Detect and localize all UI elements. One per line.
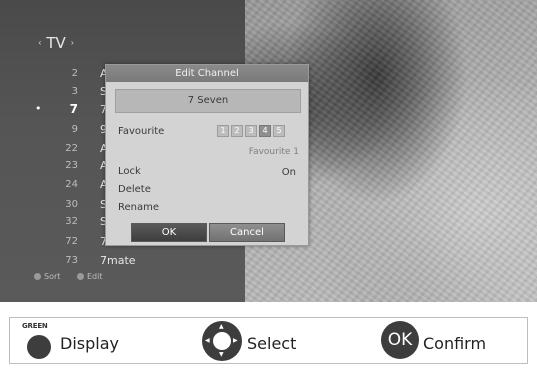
sort-hint[interactable]: Sort bbox=[34, 272, 60, 281]
ok-button[interactable]: OK bbox=[131, 223, 207, 242]
favourite-box-2[interactable]: 2 bbox=[231, 125, 243, 137]
channel-number: 32 bbox=[65, 216, 78, 227]
key-legend: GREEN Display ▲ ▼ ◀ ▶ Select OK Confirm bbox=[9, 317, 528, 364]
channel-name: 7mate bbox=[100, 254, 136, 267]
favourite-box-1[interactable]: 1 bbox=[217, 125, 229, 137]
channel-number: 24 bbox=[65, 179, 78, 190]
favourite-selector[interactable]: 1 2 3 4 5 bbox=[217, 125, 285, 137]
confirm-label: Confirm bbox=[423, 334, 487, 353]
favourite-box-4[interactable]: 4 bbox=[259, 125, 271, 137]
dialog-title: Edit Channel bbox=[106, 65, 308, 82]
channel-name-field: 7 Seven bbox=[115, 89, 301, 113]
navigation-pad-icon: ▲ ▼ ◀ ▶ bbox=[202, 321, 242, 361]
list-title: TV bbox=[46, 34, 66, 52]
display-label: Display bbox=[60, 334, 119, 353]
green-button-icon bbox=[27, 335, 51, 359]
lock-value: On bbox=[281, 167, 296, 178]
channel-number: 7 bbox=[69, 102, 78, 116]
channel-number: 22 bbox=[65, 143, 78, 154]
channel-number: 9 bbox=[71, 124, 78, 135]
channel-number: 2 bbox=[71, 68, 78, 79]
chevron-left-icon[interactable]: ‹ bbox=[38, 39, 42, 49]
favourite-box-5[interactable]: 5 bbox=[273, 125, 285, 137]
page: ‹ TV › 2 A 3 S • 7 7 9 9 22 A 23 A 24 A … bbox=[0, 0, 537, 369]
green-key-label: GREEN bbox=[22, 322, 48, 330]
color-key-icon bbox=[76, 273, 84, 280]
select-label: Select bbox=[247, 334, 297, 353]
channel-number: 3 bbox=[71, 86, 78, 97]
panel-footer: Sort Edit bbox=[34, 272, 116, 281]
channel-number: 23 bbox=[65, 160, 78, 171]
tv-screen: ‹ TV › 2 A 3 S • 7 7 9 9 22 A 23 A 24 A … bbox=[0, 0, 537, 302]
channel-row[interactable]: 73 7mate bbox=[0, 252, 245, 270]
edit-hint[interactable]: Edit bbox=[76, 272, 102, 281]
channel-number: 72 bbox=[65, 236, 78, 247]
color-key-icon bbox=[34, 273, 41, 280]
selected-marker-icon: • bbox=[35, 102, 42, 115]
lock-option[interactable]: Lock bbox=[118, 166, 141, 177]
favourite-label: Favourite bbox=[118, 126, 165, 137]
rename-option[interactable]: Rename bbox=[118, 202, 159, 213]
ok-button-icon: OK bbox=[381, 321, 419, 359]
cancel-button[interactable]: Cancel bbox=[209, 223, 285, 242]
chevron-right-icon[interactable]: › bbox=[71, 39, 75, 49]
list-header: ‹ TV › bbox=[38, 34, 74, 52]
favourite-caption: Favourite 1 bbox=[248, 147, 299, 157]
channel-number: 30 bbox=[65, 199, 78, 210]
edit-channel-dialog: Edit Channel 7 Seven Favourite 1 2 3 4 5… bbox=[105, 64, 309, 246]
delete-option[interactable]: Delete bbox=[118, 184, 151, 195]
favourite-box-3[interactable]: 3 bbox=[245, 125, 257, 137]
channel-number: 73 bbox=[65, 255, 78, 266]
